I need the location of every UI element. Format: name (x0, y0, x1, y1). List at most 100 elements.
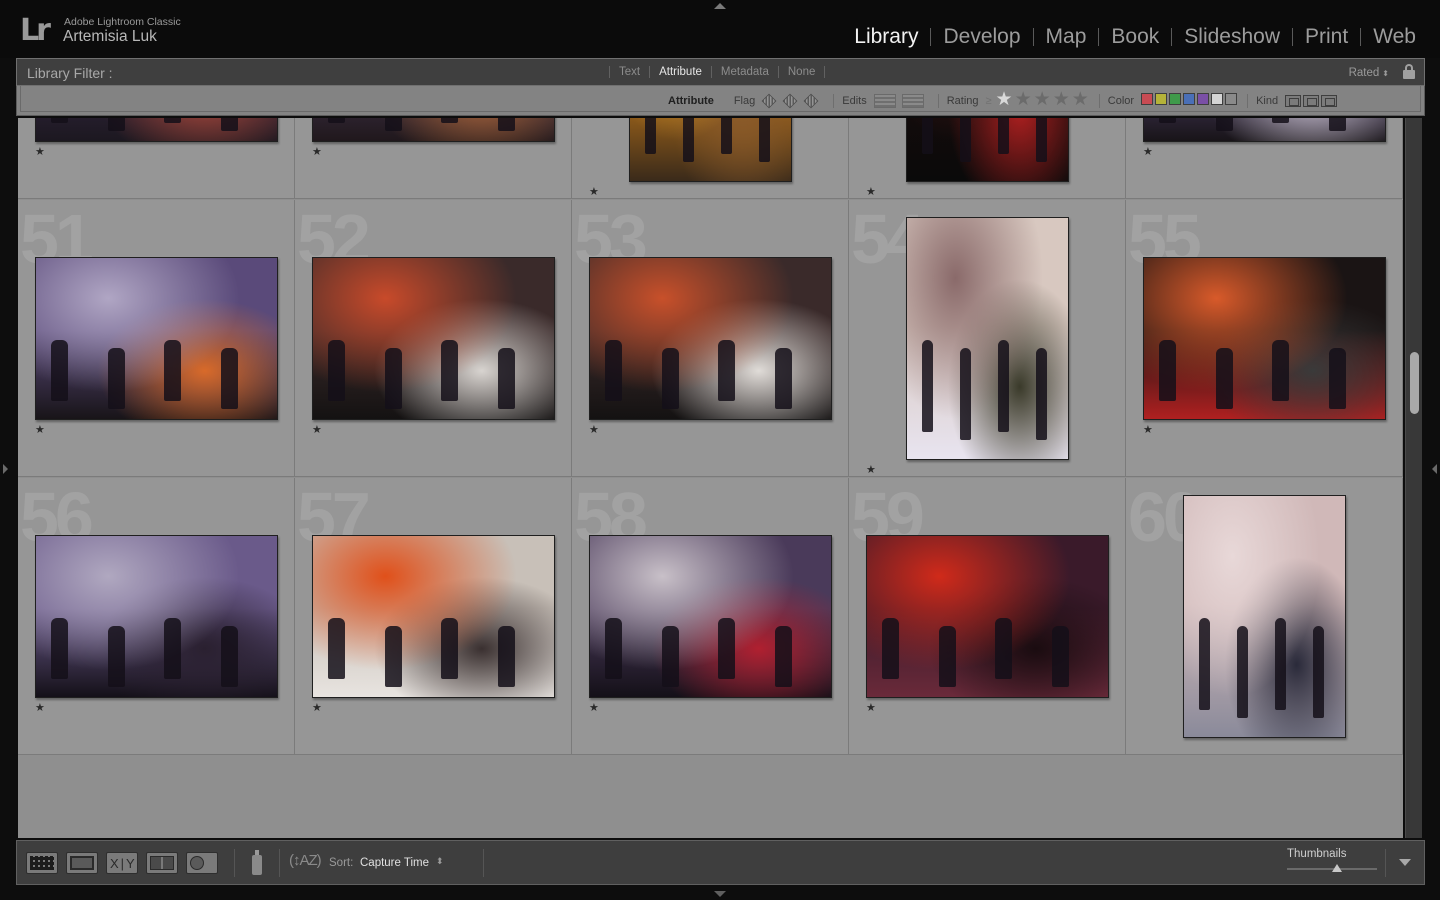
flag-rejected-icon[interactable] (803, 93, 819, 109)
photo-thumbnail[interactable] (589, 535, 832, 698)
sort-dropdown[interactable]: Capture Time (360, 857, 429, 869)
rating-star-icon[interactable]: ★ (35, 423, 45, 436)
photo-thumbnail[interactable] (906, 118, 1069, 182)
grid-cell[interactable]: 60 (1126, 478, 1403, 755)
module-book[interactable]: Book (1099, 25, 1171, 49)
thumbnail-grid[interactable]: ★ ★ ★ ★ ★ 51 ★ 52 ★ 53 ★ 54 ★ 55 ★ 56 ★ 57 ★ 58 ★ 59 ★ 60 (18, 118, 1403, 838)
grid-cell[interactable]: 57 ★ (295, 478, 572, 755)
kind-master-icon[interactable] (1285, 95, 1302, 107)
grid-cell[interactable]: ★ (572, 118, 849, 199)
grid-cell[interactable]: ★ (295, 118, 572, 199)
grid-scrollbar[interactable] (1405, 118, 1422, 838)
rating-operator[interactable]: ≥ (986, 95, 992, 107)
compare-view-button[interactable]: X|Y (106, 852, 138, 874)
kind-video-icon[interactable] (1321, 95, 1338, 107)
rating-star-icon[interactable]: ★ (1143, 423, 1153, 436)
lock-icon[interactable] (1403, 64, 1415, 79)
module-slideshow[interactable]: Slideshow (1172, 25, 1292, 49)
grid-cell[interactable]: 59 ★ (849, 478, 1126, 755)
photo-thumbnail[interactable] (1143, 118, 1386, 142)
module-develop[interactable]: Develop (931, 25, 1032, 49)
right-panel-toggle[interactable] (1432, 464, 1437, 474)
color-swatch-5[interactable] (1211, 93, 1224, 105)
rating-star-1[interactable]: ★ (996, 89, 1013, 110)
attribute-filter-bar: Attribute Flag Edits Rating ≥ ★ ★ ★ ★ ★ Colo… (16, 86, 1425, 116)
module-library[interactable]: Library (842, 25, 930, 49)
rating-star-icon[interactable]: ★ (866, 185, 876, 198)
rating-star-icon[interactable]: ★ (312, 701, 322, 714)
rating-star-icon[interactable]: ★ (35, 701, 45, 714)
rating-star-icon[interactable]: ★ (1143, 145, 1153, 158)
rating-star-icon[interactable]: ★ (589, 185, 599, 198)
kind-virtual-copy-icon[interactable] (1303, 95, 1320, 107)
photo-thumbnail[interactable] (589, 257, 832, 420)
photo-thumbnail[interactable] (35, 535, 278, 698)
left-panel-toggle[interactable] (3, 464, 8, 474)
rating-star-5[interactable]: ★ (1072, 89, 1089, 110)
grid-cell[interactable]: 51 ★ (18, 200, 295, 477)
photo-thumbnail[interactable] (35, 257, 278, 420)
rating-stars: ★ ★ ★ ★ ★ (996, 89, 1091, 110)
grid-view-button[interactable] (26, 852, 58, 874)
top-panel-toggle[interactable] (714, 3, 726, 9)
rating-star-icon[interactable]: ★ (866, 701, 876, 714)
rating-star-icon[interactable]: ★ (866, 463, 876, 476)
photo-thumbnail[interactable] (312, 257, 555, 420)
color-swatch-4[interactable] (1197, 93, 1210, 105)
grid-cell[interactable]: ★ (1126, 118, 1403, 199)
scrollbar-thumb[interactable] (1410, 352, 1419, 414)
flag-pick-icon[interactable] (761, 93, 777, 109)
color-swatch-6[interactable] (1225, 93, 1238, 105)
painter-spray-can-icon[interactable] (252, 850, 262, 876)
grid-cell[interactable]: 56 ★ (18, 478, 295, 755)
module-web[interactable]: Web (1361, 25, 1428, 49)
grid-cell[interactable]: ★ (18, 118, 295, 199)
grid-cell[interactable]: 54 ★ (849, 200, 1126, 477)
module-map[interactable]: Map (1034, 25, 1099, 49)
edits-label: Edits (842, 95, 867, 107)
survey-view-button[interactable] (146, 852, 178, 874)
photo-thumbnail[interactable] (1143, 257, 1386, 420)
photo-thumbnail[interactable] (629, 118, 792, 182)
lightroom-logo: Lr (20, 13, 51, 48)
photo-thumbnail[interactable] (1183, 495, 1346, 738)
thumbnail-size-knob[interactable] (1331, 864, 1342, 872)
grid-cell[interactable]: 55 ★ (1126, 200, 1403, 477)
unedited-icon[interactable] (901, 94, 924, 108)
loupe-view-button[interactable] (66, 852, 98, 874)
flag-unflagged-icon[interactable] (782, 93, 798, 109)
grid-cell[interactable]: 53 ★ (572, 200, 849, 477)
photo-thumbnail[interactable] (312, 535, 555, 698)
grid-cell[interactable]: 52 ★ (295, 200, 572, 477)
grid-cell[interactable]: ★ (849, 118, 1126, 199)
color-swatch-1[interactable] (1155, 93, 1168, 105)
photo-thumbnail[interactable] (35, 118, 278, 142)
edited-icon[interactable] (873, 94, 896, 108)
photo-thumbnail[interactable] (906, 217, 1069, 460)
filter-tab-attribute[interactable]: Attribute (650, 66, 711, 78)
bottom-panel-toggle[interactable] (714, 891, 726, 897)
rating-star-icon[interactable]: ★ (312, 423, 322, 436)
rating-star-3[interactable]: ★ (1034, 89, 1051, 110)
photo-thumbnail[interactable] (866, 535, 1109, 698)
rating-star-4[interactable]: ★ (1053, 89, 1070, 110)
user-name: Artemisia Luk (63, 28, 157, 45)
grid-cell[interactable]: 58 ★ (572, 478, 849, 755)
rating-star-2[interactable]: ★ (1015, 89, 1032, 110)
color-swatch-2[interactable] (1169, 93, 1182, 105)
rating-star-icon[interactable]: ★ (312, 145, 322, 158)
people-view-button[interactable] (186, 852, 218, 874)
filter-tab-metadata[interactable]: Metadata (712, 66, 778, 78)
color-swatch-3[interactable] (1183, 93, 1196, 105)
filter-tab-none[interactable]: None (779, 66, 825, 78)
photo-thumbnail[interactable] (312, 118, 555, 142)
module-print[interactable]: Print (1293, 25, 1360, 49)
rating-star-icon[interactable]: ★ (589, 701, 599, 714)
rating-star-icon[interactable]: ★ (35, 145, 45, 158)
filter-tab-text[interactable]: Text (610, 66, 649, 78)
filter-preset-dropdown[interactable]: Rated ⬍ (1349, 67, 1389, 79)
sort-direction-icon[interactable]: (↕AZ) (289, 852, 322, 869)
rating-star-icon[interactable]: ★ (589, 423, 599, 436)
color-swatch-0[interactable] (1141, 93, 1154, 105)
toolbar-menu-chevron-icon[interactable] (1399, 859, 1411, 866)
